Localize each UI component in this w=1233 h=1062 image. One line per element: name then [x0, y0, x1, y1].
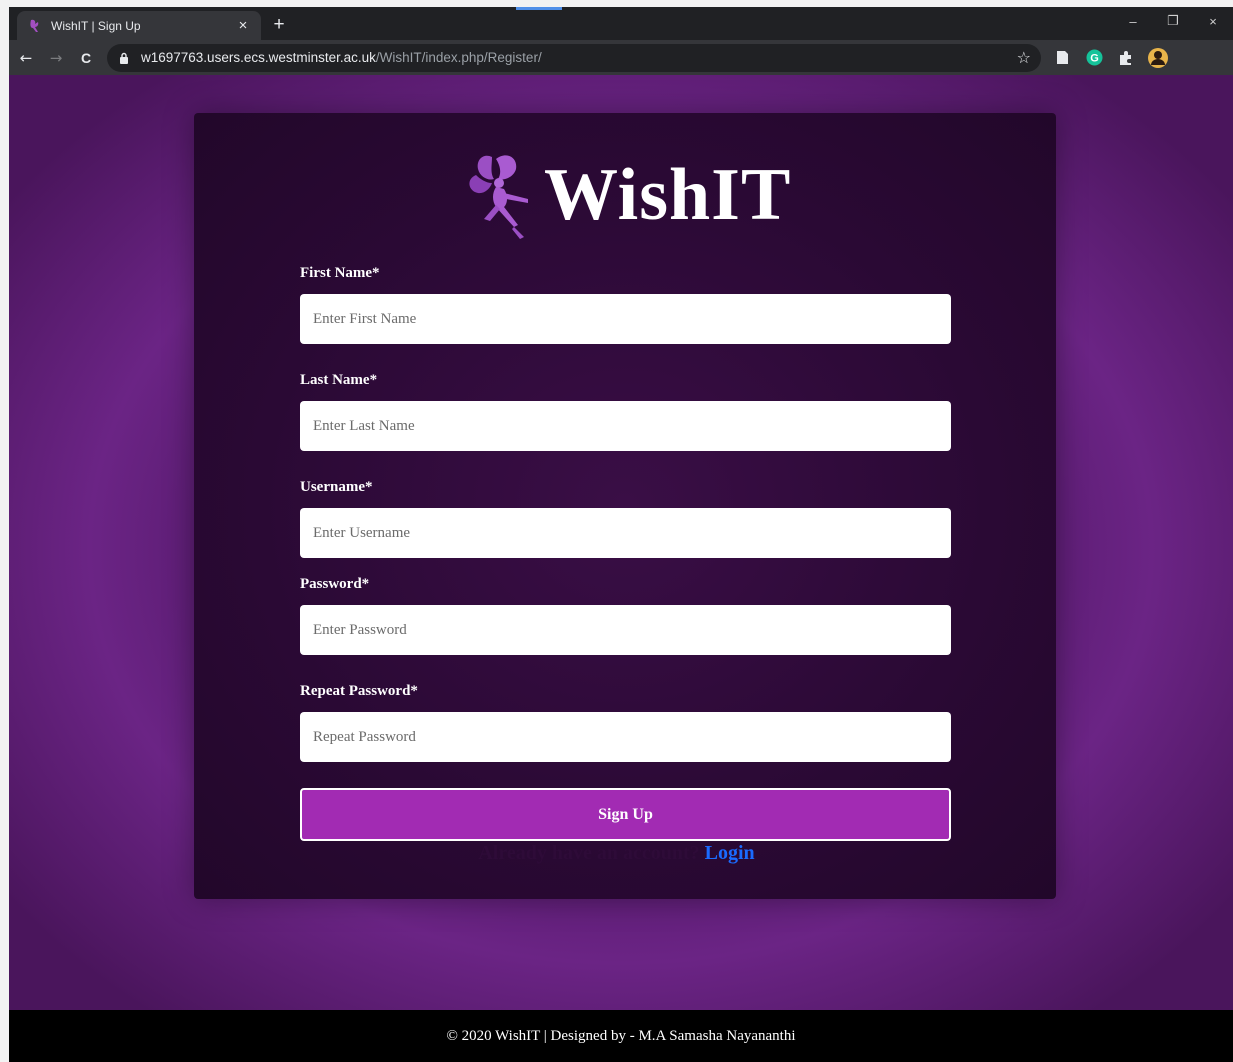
login-link[interactable]: Login: [705, 842, 755, 864]
account-prompt-text: Already have an account?: [478, 842, 700, 864]
wishit-logo: WishIT: [462, 149, 791, 241]
footer-text: © 2020 WishIT | Designed by - M.A Samash…: [446, 1027, 796, 1044]
address-bar[interactable]: w1697763.users.ecs.westminster.ac.uk/Wis…: [107, 43, 1041, 72]
new-tab-button[interactable]: +: [266, 13, 292, 37]
logo-text: WishIT: [544, 153, 792, 236]
username-input[interactable]: [300, 508, 951, 558]
tab-close-icon[interactable]: ×: [231, 14, 255, 38]
tab-strip: WishIT | Sign Up × + – ❐ ×: [9, 7, 1233, 40]
fairy-logo-icon: [469, 155, 528, 239]
grammarly-icon[interactable]: G: [1083, 47, 1105, 69]
signup-card: WishIT First Name* Last Name* Username* …: [194, 113, 1056, 899]
last-name-input[interactable]: [300, 401, 951, 451]
back-button[interactable]: ←: [13, 45, 39, 71]
document-extension-icon[interactable]: [1051, 47, 1073, 69]
extension-icons: G: [1051, 47, 1179, 69]
sign-up-button[interactable]: Sign Up: [300, 788, 951, 841]
page-footer: © 2020 WishIT | Designed by - M.A Samash…: [9, 1010, 1233, 1062]
first-name-label: First Name*: [300, 265, 380, 281]
lock-icon: [119, 52, 133, 64]
first-name-input[interactable]: [300, 294, 951, 344]
repeat-password-label: Repeat Password*: [300, 683, 418, 699]
username-label: Username*: [300, 479, 373, 495]
url-path: /WishIT/index.php/Register/: [375, 50, 542, 65]
forward-button[interactable]: →: [43, 45, 69, 71]
page-viewport: WishIT First Name* Last Name* Username* …: [9, 75, 1233, 1062]
account-prompt: Already have an account? Login: [0, 842, 1233, 865]
reload-button[interactable]: C: [73, 45, 99, 71]
url-host: w1697763.users.ecs.westminster.ac.uk: [141, 50, 376, 65]
browser-tab[interactable]: WishIT | Sign Up ×: [17, 11, 261, 40]
fairy-favicon-icon: [27, 18, 43, 34]
last-name-label: Last Name*: [300, 372, 378, 388]
svg-text:G: G: [1090, 53, 1099, 65]
restore-button[interactable]: ❐: [1153, 7, 1193, 35]
password-label: Password*: [300, 576, 370, 592]
profile-avatar-icon[interactable]: [1147, 47, 1169, 69]
browser-chrome: WishIT | Sign Up × + – ❐ × ← → C w169776…: [9, 7, 1233, 75]
close-window-button[interactable]: ×: [1193, 7, 1233, 35]
repeat-password-input[interactable]: [300, 712, 951, 762]
tab-title: WishIT | Sign Up: [51, 18, 141, 33]
window-controls: – ❐ ×: [1113, 7, 1233, 35]
puzzle-extensions-icon[interactable]: [1115, 47, 1137, 69]
bookmark-star-icon[interactable]: ☆: [1017, 48, 1031, 67]
browser-toolbar: ← → C w1697763.users.ecs.westminster.ac.…: [9, 40, 1233, 75]
tab-drag-indicator: [516, 7, 562, 10]
minimize-button[interactable]: –: [1113, 7, 1153, 35]
password-input[interactable]: [300, 605, 951, 655]
